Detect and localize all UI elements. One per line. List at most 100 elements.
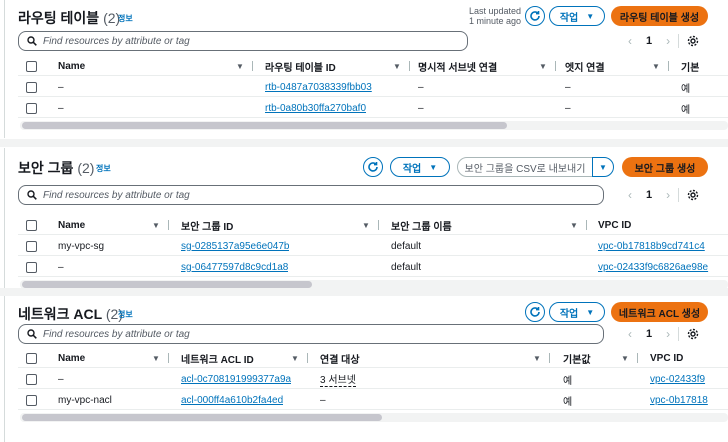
column-name[interactable]: Name [58, 215, 85, 235]
table-row[interactable]: – rtb-0487a7038339fbb03 – – 예 [18, 77, 728, 97]
actions-button[interactable]: 작업 ▼ [549, 302, 605, 322]
column-edge-association[interactable]: 엣지 연결 [565, 56, 605, 76]
sort-down-icon[interactable]: ▼ [652, 56, 660, 76]
route-tables-header-row: Name ▼ 라우팅 테이블 ID ▼ 명시적 서브넷 연결 ▼ 엣지 연결 ▼… [18, 56, 728, 76]
row-checkbox[interactable] [26, 102, 37, 114]
gear-icon[interactable] [687, 189, 699, 201]
column-network-acl-id[interactable]: 네트워크 ACL ID [181, 348, 254, 368]
pagination: ‹ 1 › [628, 34, 699, 48]
refresh-icon [368, 162, 378, 172]
search-input[interactable]: Find resources by attribute or tag [18, 185, 604, 205]
last-updated-time: 1 minute ago [469, 16, 522, 26]
gear-icon[interactable] [687, 328, 699, 340]
caret-down-icon: ▼ [586, 11, 595, 21]
sort-down-icon[interactable]: ▼ [152, 348, 160, 368]
next-page-icon[interactable]: › [666, 34, 670, 48]
table-row[interactable]: my-vpc-nacl acl-000ff4a610b2fa4ed – 예 vp… [18, 390, 728, 410]
network-acl-id-link[interactable]: acl-0c708191999377a9a [181, 369, 291, 389]
create-route-table-button[interactable]: 라우팅 테이블 생성 [611, 6, 708, 26]
sort-down-icon[interactable]: ▼ [393, 56, 401, 76]
horizontal-scrollbar[interactable] [22, 281, 312, 288]
network-acl-id-link[interactable]: acl-000ff4a610b2fa4ed [181, 390, 283, 410]
sort-down-icon[interactable]: ▼ [152, 215, 160, 235]
column-name[interactable]: Name [58, 56, 85, 76]
security-group-id-link[interactable]: sg-0285137a95e6e047b [181, 236, 289, 256]
route-tables-panel: 라우팅 테이블 (2) 정보 Last updated 1 minute ago… [0, 0, 728, 138]
select-all-checkbox[interactable] [26, 219, 37, 231]
table-row[interactable]: – sg-06477597d8c9cd1a8 default vpc-02433… [18, 257, 728, 277]
page-number[interactable]: 1 [646, 328, 652, 340]
row-subnet: – [418, 102, 424, 114]
row-checkbox[interactable] [26, 81, 37, 93]
column-name[interactable]: Name [58, 348, 85, 368]
refresh-button[interactable] [363, 157, 383, 177]
row-checkbox[interactable] [26, 261, 37, 273]
create-security-group-button[interactable]: 보안 그룹 생성 [622, 157, 708, 177]
security-groups-title-text: 보안 그룹 [18, 160, 74, 176]
next-page-icon[interactable]: › [666, 327, 670, 341]
actions-button[interactable]: 작업 ▼ [549, 6, 605, 26]
row-associated-subnets[interactable]: 3 서브넷 [320, 371, 356, 387]
search-input[interactable]: Find resources by attribute or tag [18, 324, 604, 344]
select-all-checkbox[interactable] [26, 352, 37, 364]
network-acl-header-row: Name ▼ 네트워크 ACL ID ▼ 연결 대상 ▼ 기본값 ▼ VPC I… [18, 348, 728, 368]
table-row[interactable]: my-vpc-sg sg-0285137a95e6e047b default v… [18, 236, 728, 256]
network-acl-info-link[interactable]: 정보 [118, 309, 133, 320]
column-divider [637, 353, 638, 363]
column-associated-with[interactable]: 연결 대상 [320, 348, 360, 368]
refresh-button[interactable] [525, 302, 545, 322]
export-csv-button[interactable]: 보안 그룹을 CSV로 내보내기 [457, 157, 593, 177]
table-row[interactable]: – acl-0c708191999377a9a 3 서브넷 예 vpc-0243… [18, 369, 728, 389]
security-groups-info-link[interactable]: 정보 [96, 163, 111, 174]
row-name: – [58, 261, 64, 273]
section-separator [0, 139, 728, 147]
vpc-id-link[interactable]: vpc-02433f9 [650, 369, 728, 389]
sort-down-icon[interactable]: ▼ [291, 348, 299, 368]
row-checkbox[interactable] [26, 240, 37, 252]
column-main[interactable]: 기본 [681, 56, 699, 76]
vpc-id-link[interactable]: vpc-02433f9c6826ae98e [598, 257, 728, 277]
sort-down-icon[interactable]: ▼ [236, 56, 244, 76]
sort-down-icon[interactable]: ▼ [533, 348, 541, 368]
route-tables-info-link[interactable]: 정보 [118, 13, 133, 24]
row-checkbox[interactable] [26, 373, 37, 385]
search-input[interactable]: Find resources by attribute or tag [18, 31, 468, 51]
column-vpc-id[interactable]: VPC ID [598, 215, 631, 235]
prev-page-icon[interactable]: ‹ [628, 188, 632, 202]
sort-down-icon[interactable]: ▼ [362, 215, 370, 235]
create-network-acl-button[interactable]: 네트워크 ACL 생성 [611, 302, 708, 322]
vpc-id-link[interactable]: vpc-0b17818b9cd741c4 [598, 236, 728, 256]
security-groups-count: (2) [77, 160, 95, 176]
horizontal-scrollbar[interactable] [22, 414, 382, 421]
column-vpc-id[interactable]: VPC ID [650, 348, 683, 368]
security-group-id-link[interactable]: sg-06477597d8c9cd1a8 [181, 257, 288, 277]
table-row[interactable]: – rtb-0a80b30ffa270baf0 – – 예 [18, 98, 728, 118]
column-route-table-id[interactable]: 라우팅 테이블 ID [265, 56, 336, 76]
actions-button[interactable]: 작업 ▼ [390, 157, 450, 177]
page-number[interactable]: 1 [646, 35, 652, 47]
route-table-id-link[interactable]: rtb-0487a7038339fbb03 [265, 77, 372, 97]
column-divider [668, 61, 669, 71]
column-security-group-id[interactable]: 보안 그룹 ID [181, 215, 233, 235]
select-all-checkbox[interactable] [26, 60, 37, 72]
export-dropdown-button[interactable]: ▼ [592, 157, 614, 177]
gear-icon[interactable] [687, 35, 699, 47]
refresh-button[interactable] [525, 6, 545, 26]
horizontal-scrollbar[interactable] [22, 122, 507, 129]
page-number[interactable]: 1 [646, 189, 652, 201]
route-table-id-link[interactable]: rtb-0a80b30ffa270baf0 [265, 98, 366, 118]
next-page-icon[interactable]: › [666, 188, 670, 202]
sort-down-icon[interactable]: ▼ [570, 215, 578, 235]
sort-down-icon[interactable]: ▼ [621, 348, 629, 368]
caret-down-icon: ▼ [599, 162, 607, 172]
column-explicit-subnet[interactable]: 명시적 서브넷 연결 [418, 56, 497, 76]
vpc-id-link[interactable]: vpc-0b17818 [650, 390, 728, 410]
sort-down-icon[interactable]: ▼ [539, 56, 547, 76]
prev-page-icon[interactable]: ‹ [628, 327, 632, 341]
column-security-group-name[interactable]: 보안 그룹 이름 [391, 215, 452, 235]
prev-page-icon[interactable]: ‹ [628, 34, 632, 48]
column-default[interactable]: 기본값 [563, 348, 591, 368]
row-checkbox[interactable] [26, 394, 37, 406]
search-icon [27, 329, 37, 339]
row-edge: – [565, 102, 571, 114]
